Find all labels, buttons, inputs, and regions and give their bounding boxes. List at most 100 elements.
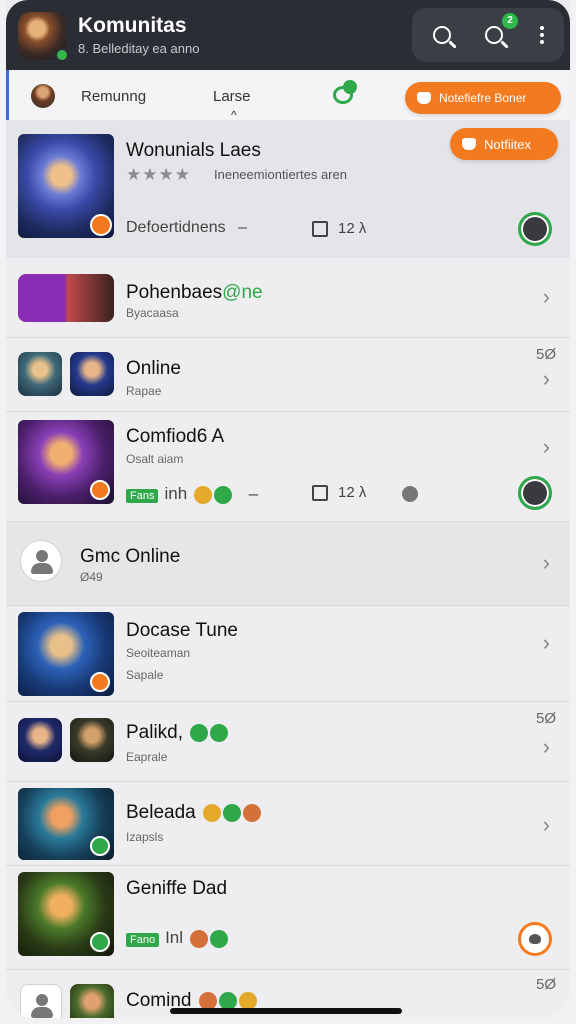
featured-card[interactable]: Wonunials Laes ★★★★ Ineneemiontiertes ar… [6,120,570,258]
featured-desc-text: Defoertidnens [126,219,226,236]
list-item[interactable]: Beleada Izapsls › [6,782,570,866]
item-title-text: Pohenbaes [126,282,223,303]
tab-larse[interactable]: Larse [213,88,251,105]
chevron-right-icon: › [542,434,550,459]
chevron-right-icon: › [542,630,550,655]
list-item[interactable]: Online Rapae 5Ø › [6,338,570,412]
thumbs-up-icon [312,220,328,237]
item-thumbnail [18,788,114,860]
emoji-icon [189,929,208,948]
shield-icon [90,672,110,692]
like-count[interactable]: 12 λ [312,484,366,501]
tab-bar: Remunng Larse ^ Notefiefre Boner [6,70,570,122]
list-item[interactable]: Gmc Online Ø49 › [6,522,570,606]
item-count: 5Ø [535,710,556,727]
emoji-icon [223,803,242,822]
item-thumbnail [18,718,62,762]
like-count-text: 12 λ [338,484,367,501]
community-avatar[interactable] [18,12,69,62]
tab-remunng[interactable]: Remunng [81,88,146,105]
home-indicator[interactable] [170,1008,402,1014]
emoji-icon [213,485,232,504]
item-separator: – [248,484,259,503]
list-item[interactable]: Geniffe Dad Fano Inl [6,866,570,970]
featured-notify-label: Notfiitex [484,136,531,152]
chevron-right-icon: › [542,284,550,309]
featured-title: Wonunials Laes [126,140,261,161]
item-subtitle-2: Sapale [126,668,164,682]
item-thumbnail [18,612,114,696]
notification-badge: 2 [502,13,518,29]
shield-icon [90,480,110,500]
page-subtitle: 8. Belleditay ea anno [78,41,200,56]
item-title-suffix: @ne [222,282,263,303]
item-subtitle: Izapsls [126,830,164,844]
emoji-icon [209,929,228,948]
chevron-right-icon: › [542,734,550,759]
list-item[interactable]: Comfiod6 A Osalt aiam Fans inh – 12 λ › [6,412,570,522]
fans-tag: Fans [126,489,159,503]
app-frame: Komunitas 8. Belleditay ea anno 2 Remunn… [6,0,570,1018]
page-title: Komunitas [78,14,187,37]
shield-icon [90,214,112,236]
like-count[interactable]: 12 λ [312,220,366,237]
bell-icon [417,92,431,104]
avatar-action-button[interactable] [518,476,552,510]
thumbs-up-icon [312,484,328,501]
avatar-action-button[interactable] [518,212,552,246]
fans-tag: Fano [126,933,160,947]
item-subtitle: Eaprale [126,750,168,764]
search-button[interactable] [426,19,458,51]
emoji-icon [210,723,229,742]
item-count: 5Ø [535,976,556,993]
list-item[interactable]: Pohenbaes@ne Byacaasa › [6,258,570,338]
item-title-text: Beleada [126,802,196,823]
tab-avatar[interactable] [31,84,55,108]
chevron-right-icon: › [542,812,550,837]
item-subtitle: Byacaasa [126,306,179,320]
tag-text: Inl [165,928,184,947]
emoji-icon [190,723,209,742]
list-item[interactable]: Palikd, Eaprale 5Ø › [6,702,570,782]
notify-button-label: Notefiefre Boner [439,91,527,105]
item-title: Online [126,358,181,379]
item-thumbnail [18,872,114,956]
item-thumbnail [18,352,62,396]
item-title: Geniffe Dad [126,878,228,899]
featured-desc: Defoertidnens – [126,219,247,237]
featured-desc-suffix: – [238,219,247,236]
rating-stars: ★★★★ [126,165,191,184]
item-subtitle: Osalt aiam [126,452,184,466]
avatar-action-button[interactable] [518,922,552,956]
more-button[interactable] [526,19,558,51]
emoji-icon [193,485,212,504]
emoji-icon [203,803,222,822]
shield-icon [90,932,110,952]
search-icon [433,26,451,44]
list-item[interactable]: Docase Tune Seoiteaman Sapale › [6,606,570,702]
item-thumbnail-2 [70,984,114,1018]
search-contacts-button[interactable]: 2 [478,13,518,51]
notify-button[interactable]: Notefiefre Boner [405,82,561,114]
header-actions: 2 [412,8,564,62]
chevron-right-icon: › [542,366,550,391]
item-title: Pohenbaes@ne [126,282,263,304]
emoji-icon [243,803,262,822]
chat-icon[interactable] [329,80,357,108]
item-thumbnail-2 [70,352,114,396]
item-subtitle: Ø49 [80,570,103,584]
search-contacts-icon [485,26,503,44]
app-header: Komunitas 8. Belleditay ea anno 2 [6,0,570,70]
bell-icon [462,138,476,150]
item-title-text: Palikd, [126,722,184,743]
emoji-icon [402,486,418,502]
featured-image [18,134,114,238]
online-dot-icon [55,48,69,62]
like-count-text: 12 λ [338,220,367,237]
featured-notify-button[interactable]: Notfiitex [450,128,558,160]
item-thumbnail [18,420,114,504]
item-thumbnail [18,274,114,322]
more-vertical-icon [540,26,544,44]
person-icon [20,984,62,1018]
item-title: Beleada [126,802,262,824]
